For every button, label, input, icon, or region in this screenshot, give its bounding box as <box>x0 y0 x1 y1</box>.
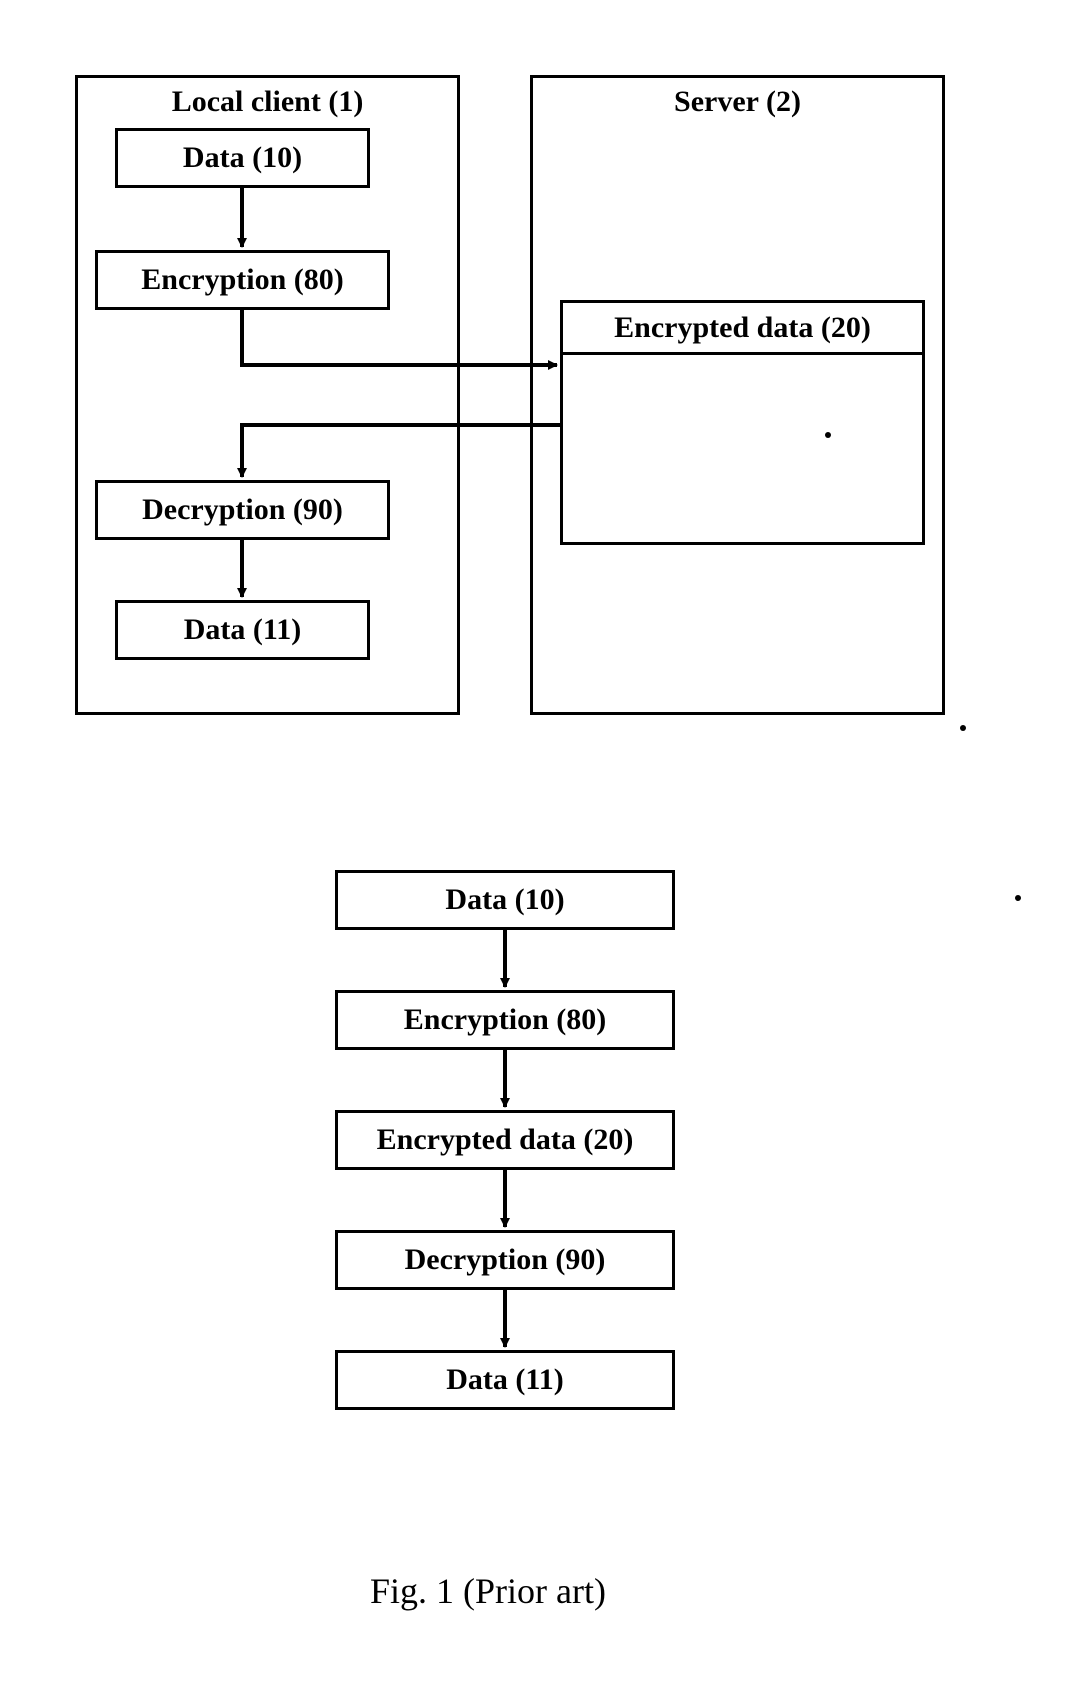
decryption-box-bottom: Decryption (90) <box>335 1230 675 1290</box>
data-11-box-bottom: Data (11) <box>335 1350 675 1410</box>
data-10-box-bottom: Data (10) <box>335 870 675 930</box>
encryption-box-top: Encryption (80) <box>95 250 390 310</box>
dot-1 <box>825 432 831 438</box>
decryption-box-top: Decryption (90) <box>95 480 390 540</box>
local-client-title: Local client (1) <box>75 85 460 119</box>
encryption-box-bottom: Encryption (80) <box>335 990 675 1050</box>
figure-caption: Fig. 1 (Prior art) <box>370 1570 606 1612</box>
encrypted-data-box-bottom: Encrypted data (20) <box>335 1110 675 1170</box>
server-title: Server (2) <box>530 85 945 119</box>
encrypted-data-label-top: Encrypted data (20) <box>560 300 925 355</box>
dot-3 <box>1015 895 1021 901</box>
dot-2 <box>960 725 966 731</box>
data-11-box-top: Data (11) <box>115 600 370 660</box>
data-10-box-top: Data (10) <box>115 128 370 188</box>
